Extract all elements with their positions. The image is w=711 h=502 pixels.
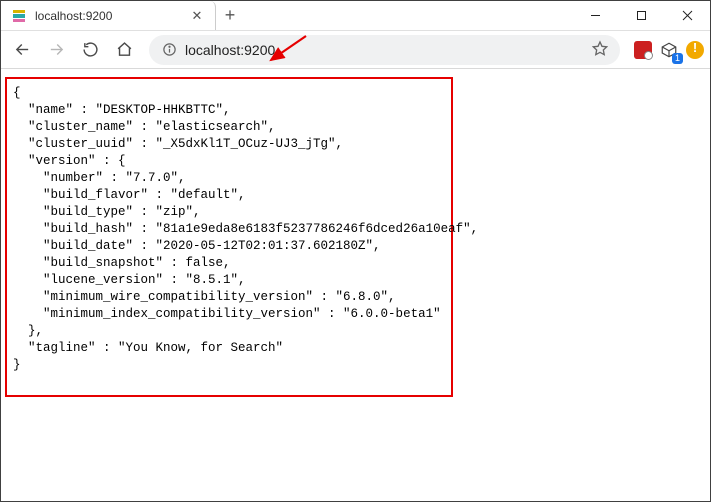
titlebar: localhost:9200 ✕ + [1,1,710,31]
extension-cube-icon[interactable]: 1 [658,39,680,61]
browser-tab[interactable]: localhost:9200 ✕ [1,1,216,30]
viewport: { "name" : "DESKTOP-HHKBTTC", "cluster_n… [1,69,710,501]
tab-title: localhost:9200 [35,9,181,23]
maximize-button[interactable] [618,1,664,30]
minimize-button[interactable] [572,1,618,30]
back-button[interactable] [7,35,37,65]
json-response: { "name" : "DESKTOP-HHKBTTC", "cluster_n… [5,77,453,397]
bookmark-star-icon[interactable] [592,40,608,59]
elasticsearch-favicon [11,8,27,24]
reload-button[interactable] [75,35,105,65]
extension-adblock-icon[interactable] [634,41,652,59]
extension-alert-icon[interactable] [686,41,704,59]
forward-button[interactable] [41,35,71,65]
url-text: localhost:9200 [185,42,584,58]
close-tab-icon[interactable]: ✕ [189,8,205,24]
close-window-button[interactable] [664,1,710,30]
address-bar[interactable]: localhost:9200 [149,35,620,65]
extension-icons: 1 [630,39,704,61]
new-tab-button[interactable]: + [216,1,244,30]
toolbar: localhost:9200 1 [1,31,710,69]
extension-badge: 1 [672,53,683,64]
home-button[interactable] [109,35,139,65]
window-controls [572,1,710,30]
site-info-icon[interactable] [161,42,177,58]
